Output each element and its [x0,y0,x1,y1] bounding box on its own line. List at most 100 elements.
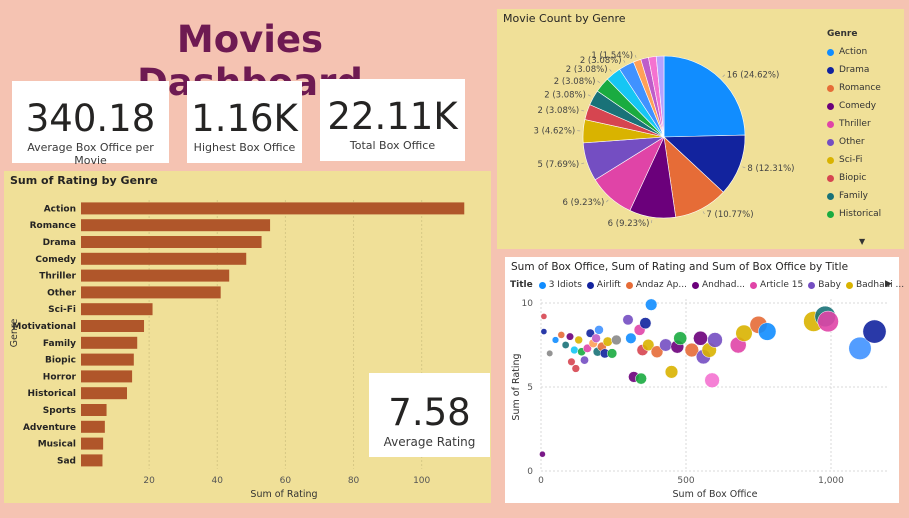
scatter-point [622,314,634,326]
scatter-point [574,335,583,345]
pie-data-label: 1 (1.54%) [591,51,633,61]
x-tick-label: 100 [413,476,430,486]
pie-legend-item[interactable]: Thriller [827,115,903,133]
kpi-card-avg-rating[interactable]: 7.58 Average Rating [369,373,490,457]
pie-data-label: 5 (7.69%) [538,160,580,170]
legend-swatch [827,102,834,110]
pie-leader-line [634,54,637,58]
scatter-point [540,313,548,320]
kpi-label: Average Box Office per Movie [27,141,154,167]
dashboard-canvas: Movies Dashboard 340.18 Average Box Offi… [0,0,909,518]
legend-label: Thriller [839,119,871,129]
scatter-point [580,355,589,365]
category-label: Biopic [45,356,76,366]
legend-scroll-down-icon[interactable]: ▼ [859,237,865,246]
kpi-value: 22.11K [327,95,458,138]
pie-data-label: 8 (12.31%) [747,164,794,174]
kpi-label: Total Box Office [349,139,436,152]
scatter-point [659,338,673,352]
scatter-point [561,341,570,349]
scatter-point [735,324,753,342]
bar [81,420,105,433]
category-label: Thriller [39,272,76,282]
y-tick-label: 0 [527,467,533,477]
y-tick-label: 5 [527,383,533,393]
bar [81,252,247,265]
scatter-point [673,331,688,346]
bar [81,336,138,349]
bar [81,303,153,316]
pie-data-label: 2 (3.08%) [544,91,586,101]
legend-swatch [827,192,834,200]
pie-legend-title: Genre [827,29,858,39]
pie-data-label: 2 (3.08%) [566,65,608,75]
category-label: Romance [30,221,76,231]
pie-data-label: 16 (24.62%) [727,71,780,81]
pie-leader-line [742,166,746,169]
legend-label: Sci-Fi [839,155,863,165]
pie-data-label: 6 (9.23%) [608,219,650,229]
pie-data-label: 2 (3.08%) [554,77,596,87]
x-tick-label: 20 [143,476,155,486]
scatter-point [606,348,618,359]
pie-legend-item[interactable]: Other [827,133,903,151]
pie-legend-items: Action Drama Romance Comedy Thriller Other Sci… [827,43,903,223]
scatter-point [645,298,658,311]
bar [81,219,271,232]
bar [81,454,103,467]
scatter-point [707,332,723,348]
category-label: Horror [43,372,77,382]
category-label: Sci-Fi [48,305,76,315]
legend-label: Drama [839,65,870,75]
pie-leader-line [702,211,705,215]
pie-leader-line [587,94,591,97]
legend-label: Action [839,47,868,57]
pie-legend-item[interactable]: Romance [827,79,903,97]
kpi-label: Average Rating [383,435,476,449]
pie-legend-item[interactable]: Sci-Fi [827,151,903,169]
legend-swatch [827,48,834,56]
pie-leader-line [581,109,585,112]
legend-swatch [827,138,834,146]
scatter-chart-panel[interactable]: Sum of Box Office, Sum of Rating and Sum… [505,257,904,503]
pie-legend-item[interactable]: Biopic [827,169,903,187]
legend-swatch [827,156,834,164]
kpi-card-avg-box-office[interactable]: 340.18 Average Box Office per Movie [12,81,169,167]
pie-legend-item[interactable]: Family [827,187,903,205]
scatter-point [693,330,708,346]
pie-legend-item[interactable]: Historical [827,205,903,223]
scatter-point [539,450,546,458]
legend-label: Historical [839,209,882,219]
scatter-point [567,357,576,366]
scatter-point [817,310,839,333]
kpi-value: 340.18 [25,97,156,140]
pie-chart-panel[interactable]: Movie Count by Genre 16 (24.62%) 8 (12.31… [497,9,904,249]
scatter-point [551,336,560,344]
kpi-card-highest-box-office[interactable]: 1.16K Highest Box Office [187,81,302,163]
pie-data-label: 2 (3.08%) [538,106,580,116]
x-tick-label: 0 [538,476,544,486]
kpi-card-total-box-office[interactable]: 22.11K Total Box Office [320,79,465,161]
x-tick-label: 500 [677,476,694,486]
legend-swatch [827,174,834,182]
scatter-point [862,319,887,344]
x-axis-title: Sum of Rating [250,489,317,500]
scatter-point [546,349,554,357]
pie-legend-item[interactable]: Comedy [827,97,903,115]
y-tick-label: 10 [522,299,534,309]
legend-swatch [827,210,834,218]
scatter-point [611,334,622,346]
scatter-point [571,364,580,373]
pie-legend-item[interactable]: Action [827,43,903,61]
x-axis-title: Sum of Box Office [673,489,758,500]
bar [81,404,107,416]
scatter-point [570,345,579,355]
x-tick-label: 60 [280,476,292,486]
scatter-point [591,333,601,343]
pie-legend-item[interactable]: Drama [827,61,903,79]
legend-label: Other [839,137,865,147]
x-tick-label: 80 [348,476,360,486]
pie-leader-line [609,68,612,72]
category-label: Comedy [35,255,76,265]
bar [81,370,133,383]
